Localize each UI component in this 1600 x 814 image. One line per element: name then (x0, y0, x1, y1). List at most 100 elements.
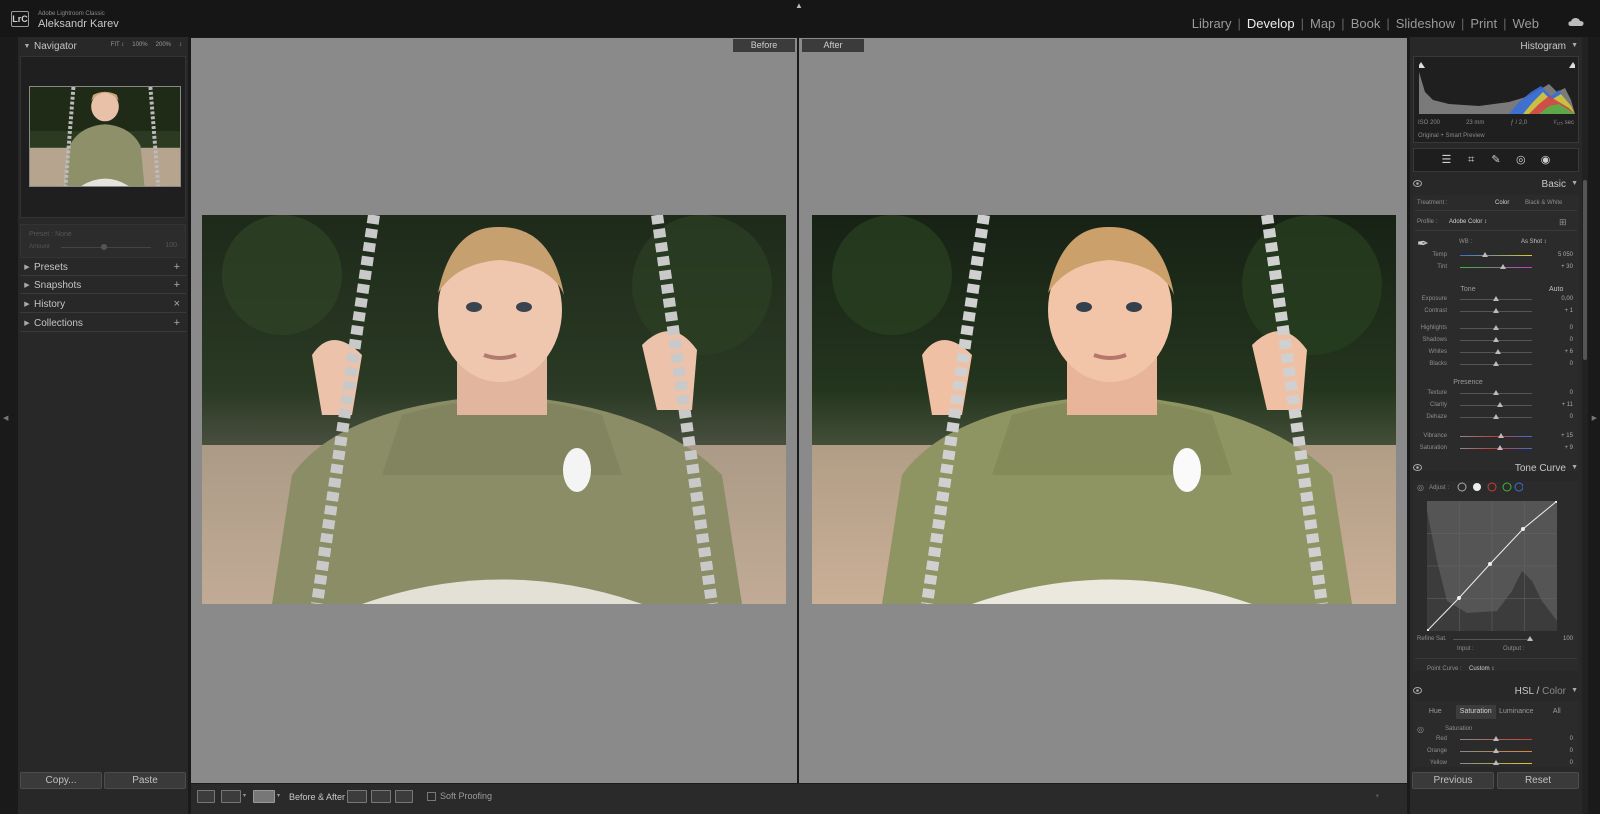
treatment-color-option[interactable]: Color (1495, 200, 1509, 206)
tone-curve-graph[interactable] (1427, 501, 1557, 631)
auto-tone-button[interactable]: Auto (1549, 286, 1563, 293)
clear-history-icon[interactable]: × (174, 298, 180, 310)
slider-knob[interactable] (1493, 308, 1499, 313)
slider-value[interactable]: 0 (1549, 361, 1573, 367)
point-curve-select[interactable]: Custom ↕ (1469, 666, 1494, 672)
right-panel-scroll-thumb[interactable] (1583, 180, 1587, 360)
tone-curve-header[interactable]: Tone Curve ▼ (1410, 461, 1582, 477)
before-after-view-button[interactable] (253, 790, 275, 803)
target-adjust-icon[interactable]: ◎ (1417, 483, 1424, 492)
copy-button[interactable]: Copy... (20, 772, 102, 789)
profile-select[interactable]: Adobe Color ↕ (1449, 219, 1487, 225)
history-header[interactable]: ▶ History × (20, 296, 186, 313)
module-map[interactable]: Map (1304, 16, 1341, 31)
hsl-row-value[interactable]: 0 (1549, 736, 1573, 742)
add-collection-icon[interactable]: + (174, 317, 180, 329)
snapshots-header[interactable]: ▶ Snapshots + (20, 277, 186, 294)
collapse-left-panel-icon[interactable]: ◀ (3, 414, 8, 422)
slider-knob[interactable] (1493, 414, 1499, 419)
reference-view-button[interactable] (221, 790, 241, 803)
module-web[interactable]: Web (1507, 16, 1546, 31)
toolbar-menu-icon[interactable]: ▾ (1375, 792, 1379, 800)
navigator-preview[interactable] (20, 56, 186, 218)
tab-hue[interactable]: Hue (1415, 705, 1456, 719)
slider-value[interactable]: + 30 (1549, 264, 1573, 270)
before-photo[interactable] (202, 215, 786, 604)
slider-value[interactable]: 0 (1549, 414, 1573, 420)
tab-saturation[interactable]: Saturation (1455, 705, 1496, 719)
module-print[interactable]: Print (1464, 16, 1503, 31)
slider-value[interactable]: 0 (1549, 390, 1573, 396)
histogram[interactable]: ISO 200 23 mm ƒ / 2,0 ¹⁄₁₂₅ sec Original… (1413, 56, 1579, 143)
zoom-200[interactable]: 200% (156, 42, 171, 48)
eye-icon[interactable] (1413, 180, 1422, 187)
slider-knob[interactable] (1496, 445, 1503, 450)
edit-sliders-icon[interactable]: ☰ (1440, 154, 1452, 166)
masking-icon[interactable]: ◉ (1540, 154, 1552, 166)
hsl-slider-knob[interactable] (1493, 760, 1499, 765)
soft-proofing-checkbox[interactable] (427, 792, 436, 801)
hsl-slider-knob[interactable] (1493, 748, 1499, 753)
curve-channel-selector[interactable] (1457, 481, 1523, 493)
slider-knob[interactable] (1495, 349, 1502, 354)
module-develop[interactable]: Develop (1241, 16, 1301, 31)
slider-value[interactable]: 0 (1549, 337, 1573, 343)
slider-knob[interactable] (1496, 402, 1503, 407)
presets-header[interactable]: ▶ Presets + (20, 259, 186, 276)
slider-knob[interactable] (1493, 325, 1499, 330)
red-eye-icon[interactable]: ◎ (1515, 154, 1527, 166)
slider-knob[interactable] (1493, 337, 1499, 342)
target-adjust-icon[interactable]: ◎ (1417, 725, 1424, 734)
slider-value[interactable]: + 9 (1549, 445, 1573, 451)
add-snapshot-icon[interactable]: + (174, 279, 180, 291)
zoom-more[interactable]: ↕ (179, 42, 182, 48)
module-slideshow[interactable]: Slideshow (1390, 16, 1461, 31)
collapse-right-panel-icon[interactable]: ▶ (1592, 414, 1597, 422)
collapse-top-panel-icon[interactable]: ▲ (795, 1, 803, 10)
healing-brush-icon[interactable]: ✎ (1490, 154, 1502, 166)
hsl-header[interactable]: HSL / Color ▼ (1410, 684, 1582, 700)
slider-value[interactable]: 0 (1549, 325, 1573, 331)
zoom-fit[interactable]: FIT ↕ (111, 42, 125, 48)
basic-header[interactable]: Basic ▼ (1410, 177, 1582, 193)
histogram-header[interactable]: Histogram ▼ (1410, 39, 1582, 55)
hsl-row-value[interactable]: 0 (1549, 760, 1573, 766)
slider-knob[interactable] (1500, 264, 1507, 269)
slider-value[interactable]: + 11 (1549, 402, 1573, 408)
slider-knob[interactable] (1498, 433, 1505, 438)
crop-icon[interactable]: ⌗ (1465, 154, 1477, 166)
swap-before-after-button[interactable] (395, 790, 413, 803)
slider-knob[interactable] (1493, 296, 1499, 301)
slider-value[interactable]: + 1 (1549, 308, 1573, 314)
tab-all[interactable]: All (1537, 705, 1578, 719)
loupe-view-button[interactable] (197, 790, 215, 803)
slider-value[interactable]: 0,00 (1549, 296, 1573, 302)
slider-value[interactable]: + 6 (1549, 349, 1573, 355)
profile-browser-icon[interactable]: ⊞ (1559, 217, 1567, 228)
tab-luminance[interactable]: Luminance (1496, 705, 1537, 719)
add-preset-icon[interactable]: + (174, 261, 180, 273)
previous-button[interactable]: Previous (1412, 772, 1494, 789)
wb-select[interactable]: As Shot ↕ (1521, 239, 1547, 245)
module-book[interactable]: Book (1345, 16, 1387, 31)
hsl-slider-knob[interactable] (1493, 736, 1499, 741)
copy-after-to-before-button[interactable] (371, 790, 391, 803)
zoom-100[interactable]: 100% (132, 42, 147, 48)
navigator-header[interactable]: ▼ Navigator FIT ↕ 100% 200% ↕ (20, 38, 186, 55)
amount-slider-knob[interactable] (101, 244, 107, 250)
eye-icon[interactable] (1413, 687, 1422, 694)
right-panel-scrollbar[interactable] (1582, 37, 1588, 814)
slider-knob[interactable] (1493, 390, 1499, 395)
cloud-icon[interactable] (1568, 17, 1584, 26)
module-library[interactable]: Library (1186, 16, 1238, 31)
eye-icon[interactable] (1413, 464, 1422, 471)
slider-knob[interactable] (1482, 252, 1489, 257)
before-after-dropdown-caret-icon[interactable]: ▾ (277, 792, 280, 799)
reset-button[interactable]: Reset (1497, 772, 1579, 789)
paste-button[interactable]: Paste (104, 772, 186, 789)
copy-before-to-after-button[interactable] (347, 790, 367, 803)
slider-knob[interactable] (1493, 361, 1499, 366)
slider-value[interactable]: + 15 (1549, 433, 1573, 439)
refine-saturation-knob[interactable] (1527, 636, 1533, 641)
view-dropdown-caret-icon[interactable]: ▾ (243, 792, 246, 799)
